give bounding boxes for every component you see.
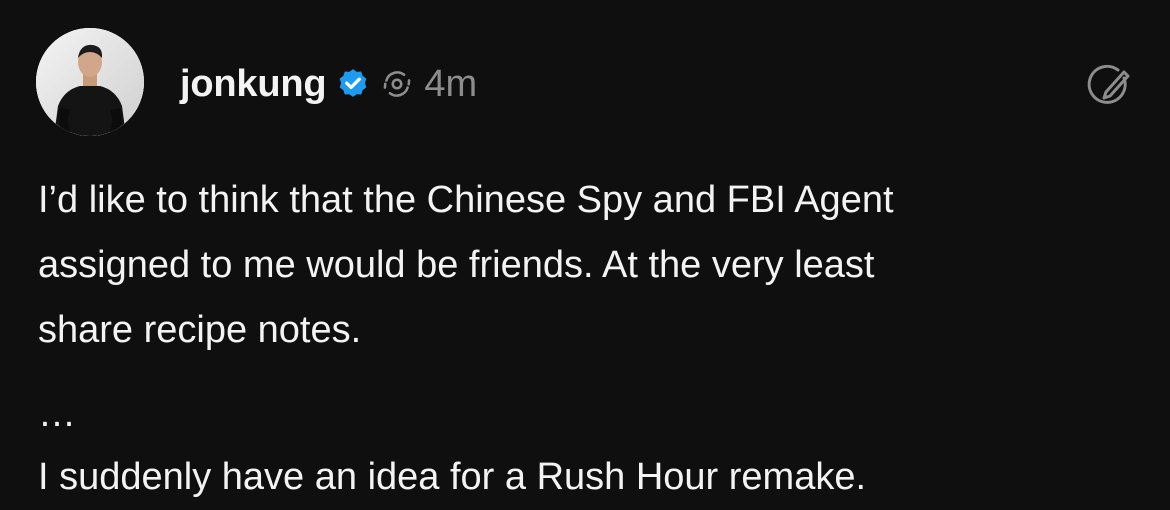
- verified-badge-icon: [336, 67, 370, 101]
- post-closing-line: I suddenly have an idea for a Rush Hour …: [38, 456, 867, 498]
- post-line-3: share recipe notes.: [38, 309, 362, 351]
- avatar-image: [36, 28, 144, 136]
- author-username[interactable]: jonkung: [180, 63, 327, 106]
- ai-label-icon[interactable]: [380, 67, 414, 101]
- post-line-1: I’d like to think that the Chinese Spy a…: [38, 179, 894, 221]
- post-ellipsis: …: [38, 393, 76, 435]
- compose-edit-icon[interactable]: [1084, 60, 1136, 112]
- post-line-2: assigned to me would be friends. At the …: [38, 244, 875, 286]
- post-timestamp: 4m: [424, 62, 478, 105]
- avatar[interactable]: [36, 28, 144, 136]
- post-header: jonkung 4m: [180, 56, 477, 112]
- post-card: jonkung 4m I’d like to think that the Ch…: [0, 0, 1170, 500]
- post-body: I’d like to think that the Chinese Spy a…: [38, 168, 1138, 510]
